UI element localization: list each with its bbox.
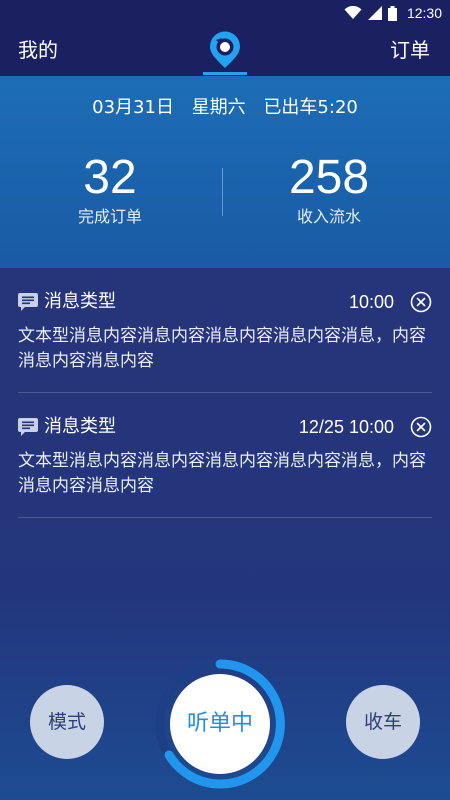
close-icon[interactable] — [410, 416, 432, 438]
message-icon — [18, 293, 38, 311]
departure-text: 已出车5:20 — [263, 97, 358, 118]
nav-bar: 我的 订单 — [0, 26, 450, 76]
stat-divider — [222, 168, 223, 216]
income-label: 收入流水 — [296, 207, 361, 226]
message-header: 消息类型 10:00 — [18, 290, 432, 314]
listening-button[interactable]: 听单中 — [170, 674, 270, 774]
battery-icon — [387, 5, 397, 21]
message-icon — [18, 418, 38, 436]
nav-active-indicator — [203, 72, 247, 75]
message-body: 文本型消息内容消息内容消息内容消息内容消息，内容消息内容消息内容 — [18, 451, 426, 496]
income-stat: 258 收入流水 — [249, 150, 409, 228]
screen: 12:30 我的 订单 03月31日 星期六 已出车5:20 32 完成订单 2… — [0, 0, 450, 800]
completed-orders-value: 32 — [83, 151, 137, 204]
my-profile-link[interactable]: 我的 — [18, 36, 58, 64]
message-type: 消息类型 — [44, 416, 116, 437]
location-logo-icon[interactable] — [203, 30, 247, 70]
orders-link[interactable]: 订单 — [390, 36, 430, 64]
status-time: 12:30 — [406, 5, 442, 21]
message-item[interactable]: 消息类型 10:00 文本型消息内容消息内容消息内容消息内容消息，内容消息内容消… — [18, 268, 432, 393]
summary-date-line: 03月31日 星期六 已出车5:20 — [0, 96, 450, 120]
income-value: 258 — [288, 151, 370, 204]
message-type: 消息类型 — [44, 291, 116, 312]
weekday-text: 星期六 — [191, 97, 246, 118]
message-time: 10:00 — [348, 292, 394, 312]
stop-driving-button[interactable]: 收车 — [346, 685, 420, 759]
close-icon[interactable] — [410, 291, 432, 313]
mode-button[interactable]: 模式 — [30, 685, 104, 759]
status-bar: 12:30 — [0, 0, 450, 26]
message-header: 消息类型 12/25 10:00 — [18, 415, 432, 439]
status-icons: 12:30 — [344, 4, 442, 22]
message-item[interactable]: 消息类型 12/25 10:00 文本型消息内容消息内容消息内容消息内容消息，内… — [18, 393, 432, 518]
message-body: 文本型消息内容消息内容消息内容消息内容消息，内容消息内容消息内容 — [18, 326, 426, 371]
listen-control: 听单中 — [155, 659, 285, 789]
completed-orders-stat: 32 完成订单 — [30, 150, 190, 228]
completed-orders-label: 完成订单 — [77, 207, 142, 226]
summary-panel: 03月31日 星期六 已出车5:20 32 完成订单 258 收入流水 — [0, 76, 450, 268]
message-time: 12/25 10:00 — [298, 417, 394, 437]
message-list: 消息类型 10:00 文本型消息内容消息内容消息内容消息内容消息，内容消息内容消… — [18, 268, 432, 518]
signal-icon — [367, 6, 382, 20]
wifi-icon — [344, 6, 362, 19]
date-text: 03月31日 — [92, 97, 174, 118]
